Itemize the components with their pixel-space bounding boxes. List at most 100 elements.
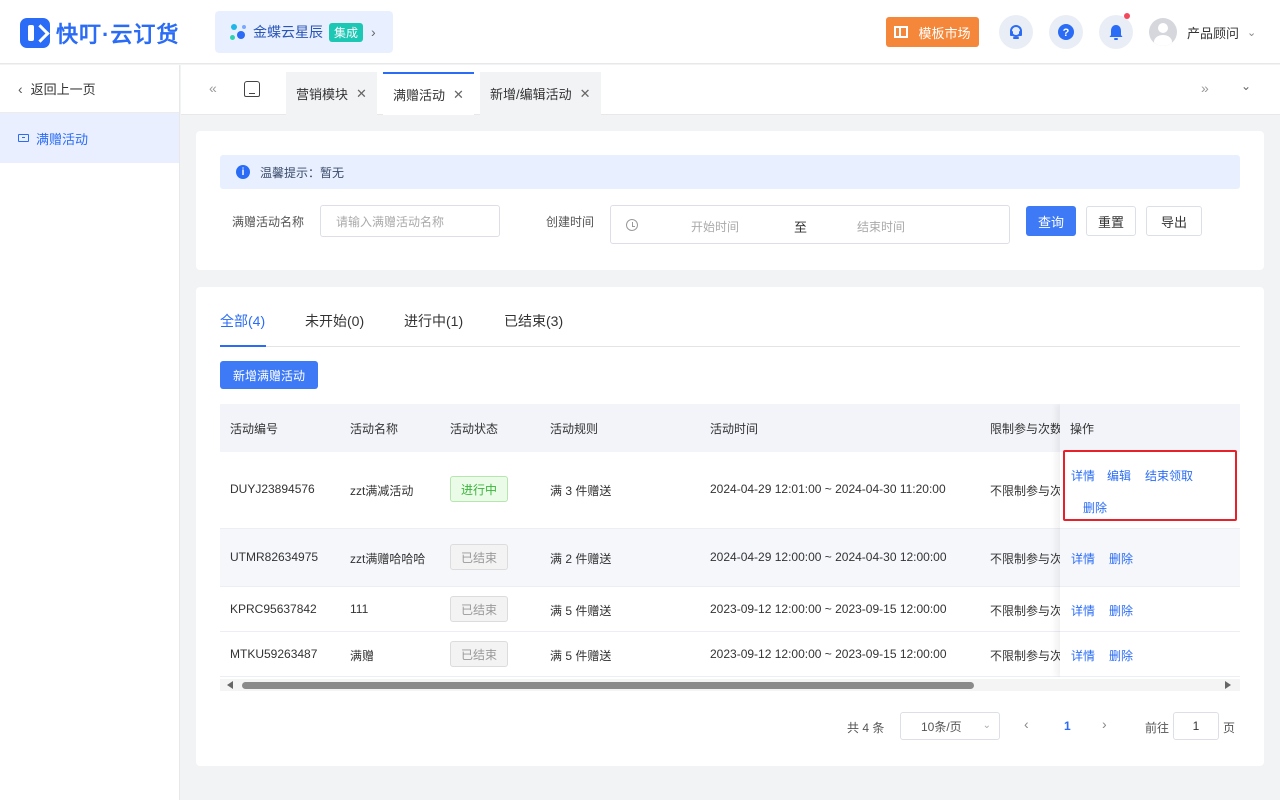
cell-rule: 满 5 件赠送 bbox=[550, 649, 612, 663]
highlight-annotation bbox=[1063, 450, 1237, 521]
tab-ended[interactable]: 已结束(3) bbox=[504, 311, 563, 331]
detail-link[interactable]: 详情 bbox=[1071, 602, 1095, 619]
cell-name: 满赠 bbox=[350, 649, 375, 663]
tab-all[interactable]: 全部(4) bbox=[220, 311, 265, 331]
col-rule: 活动规则 bbox=[550, 422, 599, 436]
svg-text:?: ? bbox=[1063, 27, 1070, 39]
integration-badge: 集成 bbox=[329, 22, 364, 42]
cell-code: UTMR82634975 bbox=[230, 550, 319, 564]
page-size-select[interactable]: 10条/页 ⌄ bbox=[900, 712, 1000, 740]
bell-icon bbox=[1109, 25, 1123, 40]
activity-name-input[interactable]: 请输入满赠活动名称 bbox=[320, 205, 500, 237]
status-badge: 已结束 bbox=[450, 544, 509, 570]
page-size-value: 10条/页 bbox=[921, 719, 962, 734]
logo[interactable]: 快叮·云订货 bbox=[20, 17, 179, 49]
tab-not-started[interactable]: 未开始(0) bbox=[305, 311, 364, 331]
tip-banner: i 温馨提示：暂无 bbox=[220, 155, 1240, 189]
close-icon[interactable]: ✕ bbox=[356, 86, 367, 102]
chevron-down-icon: ⌄ bbox=[982, 720, 991, 731]
double-chevron-left-icon[interactable]: « bbox=[209, 80, 217, 96]
tab-in-progress[interactable]: 进行中(1) bbox=[404, 311, 463, 331]
filter-card: i 温馨提示：暂无 满赠活动名称 请输入满赠活动名称 创建时间 开始时间 至 结… bbox=[196, 131, 1264, 270]
end-time-placeholder: 结束时间 bbox=[857, 220, 906, 234]
scroll-left-arrow-icon[interactable] bbox=[227, 681, 233, 689]
sidebar-item-label: 满赠活动 bbox=[36, 131, 89, 147]
cell-rule: 满 2 件赠送 bbox=[550, 552, 612, 566]
cell-time: 2023-09-12 12:00:00 ~ 2023-09-15 12:00:0… bbox=[710, 602, 947, 616]
goto-page-input[interactable]: 1 bbox=[1173, 712, 1219, 740]
activity-name-placeholder: 请输入满赠活动名称 bbox=[336, 214, 445, 229]
goto-label: 前往 bbox=[1145, 721, 1170, 735]
date-range-picker[interactable]: 开始时间 至 结束时间 bbox=[610, 205, 1010, 244]
cell-name: 111 bbox=[350, 602, 369, 616]
sidebar-item-full-gift[interactable]: 满赠活动 bbox=[0, 113, 179, 163]
detail-link[interactable]: 详情 bbox=[1071, 647, 1095, 664]
tenant-name: 金蝶云星辰 bbox=[253, 24, 323, 40]
cell-time: 2024-04-29 12:01:00 ~ 2024-04-30 11:20:0… bbox=[710, 482, 946, 496]
double-chevron-right-icon[interactable]: » bbox=[1201, 80, 1209, 96]
col-time: 活动时间 bbox=[710, 422, 759, 436]
tenant-switcher[interactable]: 金蝶云星辰 集成 › bbox=[215, 11, 393, 53]
detail-link[interactable]: 详情 bbox=[1071, 550, 1095, 567]
info-icon: i bbox=[236, 165, 250, 179]
unread-dot bbox=[1124, 13, 1130, 19]
add-activity-button[interactable]: 新增满赠活动 bbox=[220, 361, 318, 389]
horizontal-scrollbar[interactable] bbox=[220, 679, 1240, 691]
clock-icon bbox=[626, 218, 638, 231]
activity-table: 活动编号 活动名称 活动状态 活动规则 活动时间 限制参与次数 DUYJ2389… bbox=[220, 404, 1240, 677]
query-button[interactable]: 查询 bbox=[1026, 206, 1076, 236]
reset-button[interactable]: 重置 bbox=[1086, 206, 1136, 236]
chevron-left-icon: ‹ bbox=[18, 80, 23, 97]
ops-row: 详情 删除 bbox=[1060, 632, 1240, 677]
tab-marketing[interactable]: 营销模块 ✕ bbox=[286, 72, 377, 115]
export-button[interactable]: 导出 bbox=[1146, 206, 1202, 236]
close-icon[interactable]: ✕ bbox=[453, 87, 464, 103]
col-status: 活动状态 bbox=[450, 422, 499, 436]
back-button[interactable]: ‹ 返回上一页 bbox=[0, 65, 179, 113]
chevron-right-icon: › bbox=[371, 24, 376, 40]
chevron-down-icon: ⌄ bbox=[1247, 26, 1257, 39]
delete-link[interactable]: 删除 bbox=[1109, 550, 1133, 567]
scroll-right-arrow-icon[interactable] bbox=[1225, 681, 1231, 689]
cell-rule: 满 5 件赠送 bbox=[550, 604, 612, 618]
col-limit: 限制参与次数 bbox=[990, 422, 1063, 436]
ticket-icon bbox=[18, 134, 29, 142]
ops-row: 详情 删除 bbox=[1060, 529, 1240, 587]
avatar bbox=[1149, 18, 1177, 46]
home-icon[interactable] bbox=[244, 81, 260, 97]
status-badge: 已结束 bbox=[450, 641, 509, 667]
close-icon[interactable]: ✕ bbox=[580, 86, 591, 102]
notification-button[interactable] bbox=[1099, 13, 1133, 49]
headset-icon bbox=[1010, 25, 1022, 39]
user-menu[interactable]: 产品顾问 ⌄ bbox=[1149, 18, 1256, 46]
top-header: 快叮·云订货 金蝶云星辰 集成 › 模板市场 ? 产品顾问 ⌄ bbox=[0, 0, 1280, 64]
question-icon: ? bbox=[1058, 24, 1074, 40]
cell-time: 2023-09-12 12:00:00 ~ 2023-09-15 12:00:0… bbox=[710, 647, 947, 661]
sidebar: ‹ 返回上一页 满赠活动 bbox=[0, 65, 180, 800]
next-page-icon[interactable]: › bbox=[1102, 716, 1107, 732]
total-count: 共 4 条 bbox=[847, 721, 885, 735]
prev-page-icon[interactable]: ‹ bbox=[1024, 716, 1029, 732]
cell-code: MTKU59263487 bbox=[230, 647, 318, 661]
customer-service-button[interactable] bbox=[999, 15, 1033, 49]
ops-header: 操作 bbox=[1060, 404, 1240, 452]
delete-link[interactable]: 删除 bbox=[1109, 602, 1133, 619]
template-icon bbox=[894, 26, 909, 38]
logo-text: 快叮·云订货 bbox=[56, 22, 180, 47]
back-label: 返回上一页 bbox=[30, 82, 96, 97]
created-time-label: 创建时间 bbox=[546, 215, 595, 229]
current-page[interactable]: 1 bbox=[1064, 719, 1071, 733]
chevron-down-icon[interactable]: ⌄ bbox=[1241, 79, 1251, 93]
help-button[interactable]: ? bbox=[1049, 15, 1083, 49]
tenant-logo-icon bbox=[229, 22, 249, 42]
tab-edit-activity[interactable]: 新增/编辑活动 ✕ bbox=[480, 72, 601, 115]
template-market-button[interactable]: 模板市场 bbox=[886, 17, 979, 47]
cell-code: DUYJ23894576 bbox=[230, 482, 315, 496]
scrollbar-thumb[interactable] bbox=[242, 682, 974, 689]
col-code: 活动编号 bbox=[230, 422, 279, 436]
col-name: 活动名称 bbox=[350, 422, 399, 436]
cell-name: zzt满减活动 bbox=[350, 484, 414, 498]
delete-link[interactable]: 删除 bbox=[1109, 647, 1133, 664]
activity-name-label: 满赠活动名称 bbox=[232, 215, 305, 229]
tab-full-gift[interactable]: 满赠活动 ✕ bbox=[383, 72, 474, 115]
